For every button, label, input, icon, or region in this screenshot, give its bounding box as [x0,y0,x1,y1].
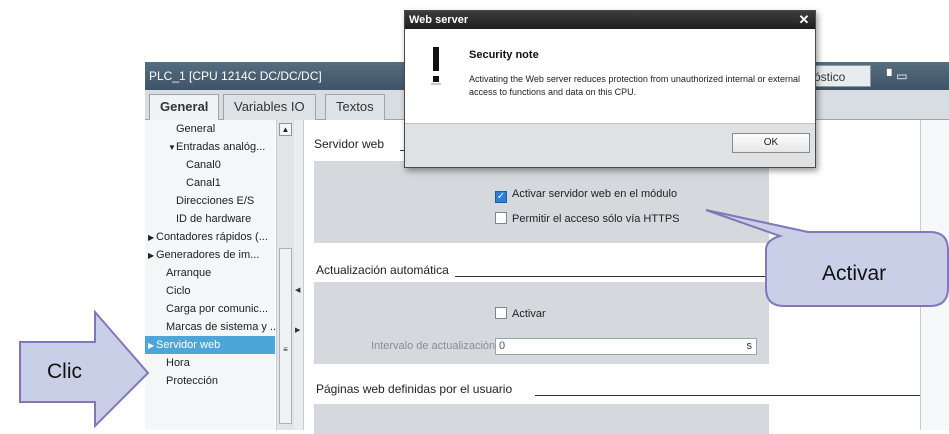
clic-arrow-shape [19,309,150,429]
clic-callout-label: Clic [47,360,82,383]
annotation-layer [19,209,949,429]
activar-callout-shape [705,209,949,307]
activar-callout-label: Activar [822,262,887,285]
